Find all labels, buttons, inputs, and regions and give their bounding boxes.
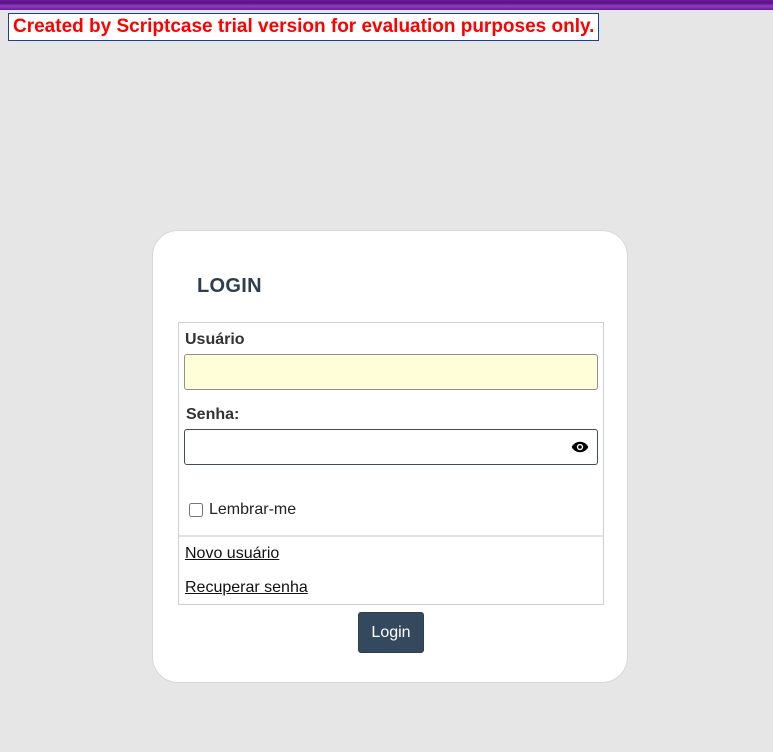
eye-icon[interactable] — [570, 438, 590, 456]
password-input[interactable] — [184, 429, 598, 465]
remember-me-label: Lembrar-me — [209, 501, 297, 518]
remember-me[interactable]: Lembrar-me — [189, 501, 296, 519]
divider — [179, 535, 603, 537]
username-input[interactable] — [184, 354, 598, 390]
password-label: Senha: — [186, 406, 240, 423]
login-button[interactable]: Login — [358, 612, 424, 653]
login-card: LOGIN Usuário Senha: Lembrar-me Novo usu… — [152, 230, 628, 683]
login-title: LOGIN — [197, 275, 262, 297]
top-bar — [0, 0, 773, 10]
login-form: Usuário Senha: Lembrar-me Novo usuário R… — [178, 322, 604, 605]
username-label: Usuário — [185, 331, 245, 348]
recover-password-link[interactable]: Recuperar senha — [185, 579, 308, 597]
new-user-link[interactable]: Novo usuário — [185, 545, 279, 563]
trial-banner: Created by Scriptcase trial version for … — [8, 13, 600, 41]
remember-me-checkbox[interactable] — [189, 503, 203, 517]
